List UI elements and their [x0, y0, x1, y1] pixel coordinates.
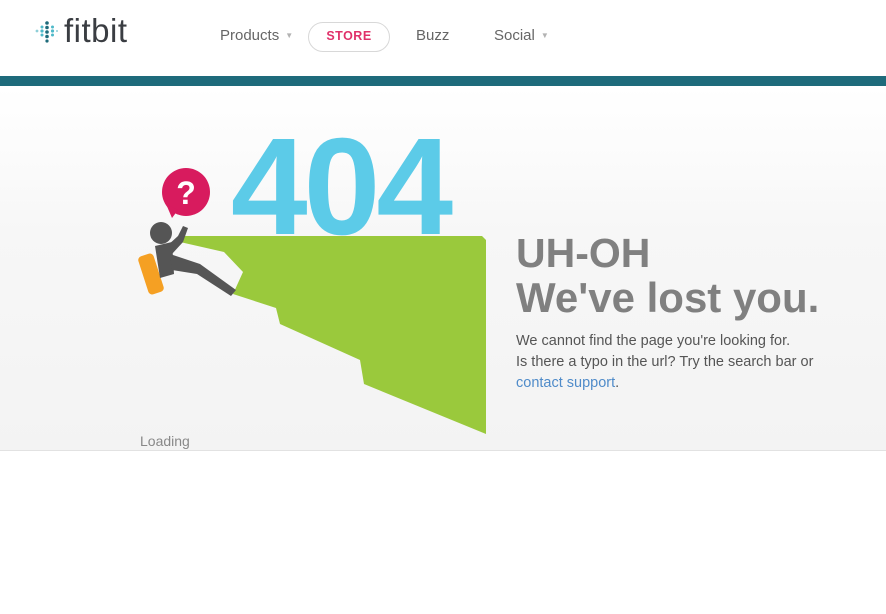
caret-down-icon: ▼: [285, 31, 294, 40]
question-mark: ?: [176, 175, 196, 211]
fitbit-logo[interactable]: fitbit: [34, 14, 128, 47]
description-line-1: We cannot find the page you're looking f…: [516, 333, 791, 349]
caret-down-icon: ▼: [540, 31, 549, 40]
fitbit-dots-logo-icon: [35, 20, 58, 43]
site-header: fitbit Products ▼ STORE Buzz Social ▼: [0, 0, 886, 76]
nav-products[interactable]: Products ▼: [220, 22, 293, 52]
header-accent-bar: [0, 76, 886, 86]
climber-figure: [138, 222, 236, 296]
lost-illustration: 404 ?: [138, 110, 486, 434]
heading-uh-oh: UH-OH: [516, 230, 651, 276]
error-hero: 404 ? UH-OH We've lost you. We cannot fi…: [0, 86, 886, 451]
nav-buzz[interactable]: Buzz: [416, 22, 449, 52]
contact-support-link[interactable]: contact support: [516, 375, 615, 391]
loading-text: Loading: [140, 433, 190, 449]
nav-social[interactable]: Social ▼: [494, 22, 549, 52]
description-line-3: contact support.: [516, 373, 819, 394]
error-message: UH-OH We've lost you. We cannot find the…: [516, 231, 819, 394]
description-period: .: [615, 375, 620, 391]
question-bubble-icon: ?: [162, 168, 210, 218]
nav-social-label: Social: [494, 27, 535, 44]
heading-lost-you: We've lost you.: [516, 274, 820, 321]
error-description: We cannot find the page you're looking f…: [516, 331, 819, 394]
cliff-shape: [180, 236, 486, 434]
description-line-2: Is there a typo in the url? Try the sear…: [516, 354, 814, 370]
nav-products-label: Products: [220, 27, 280, 44]
logo-wordmark: fitbit: [64, 12, 128, 49]
nav-store-button[interactable]: STORE: [308, 22, 390, 52]
